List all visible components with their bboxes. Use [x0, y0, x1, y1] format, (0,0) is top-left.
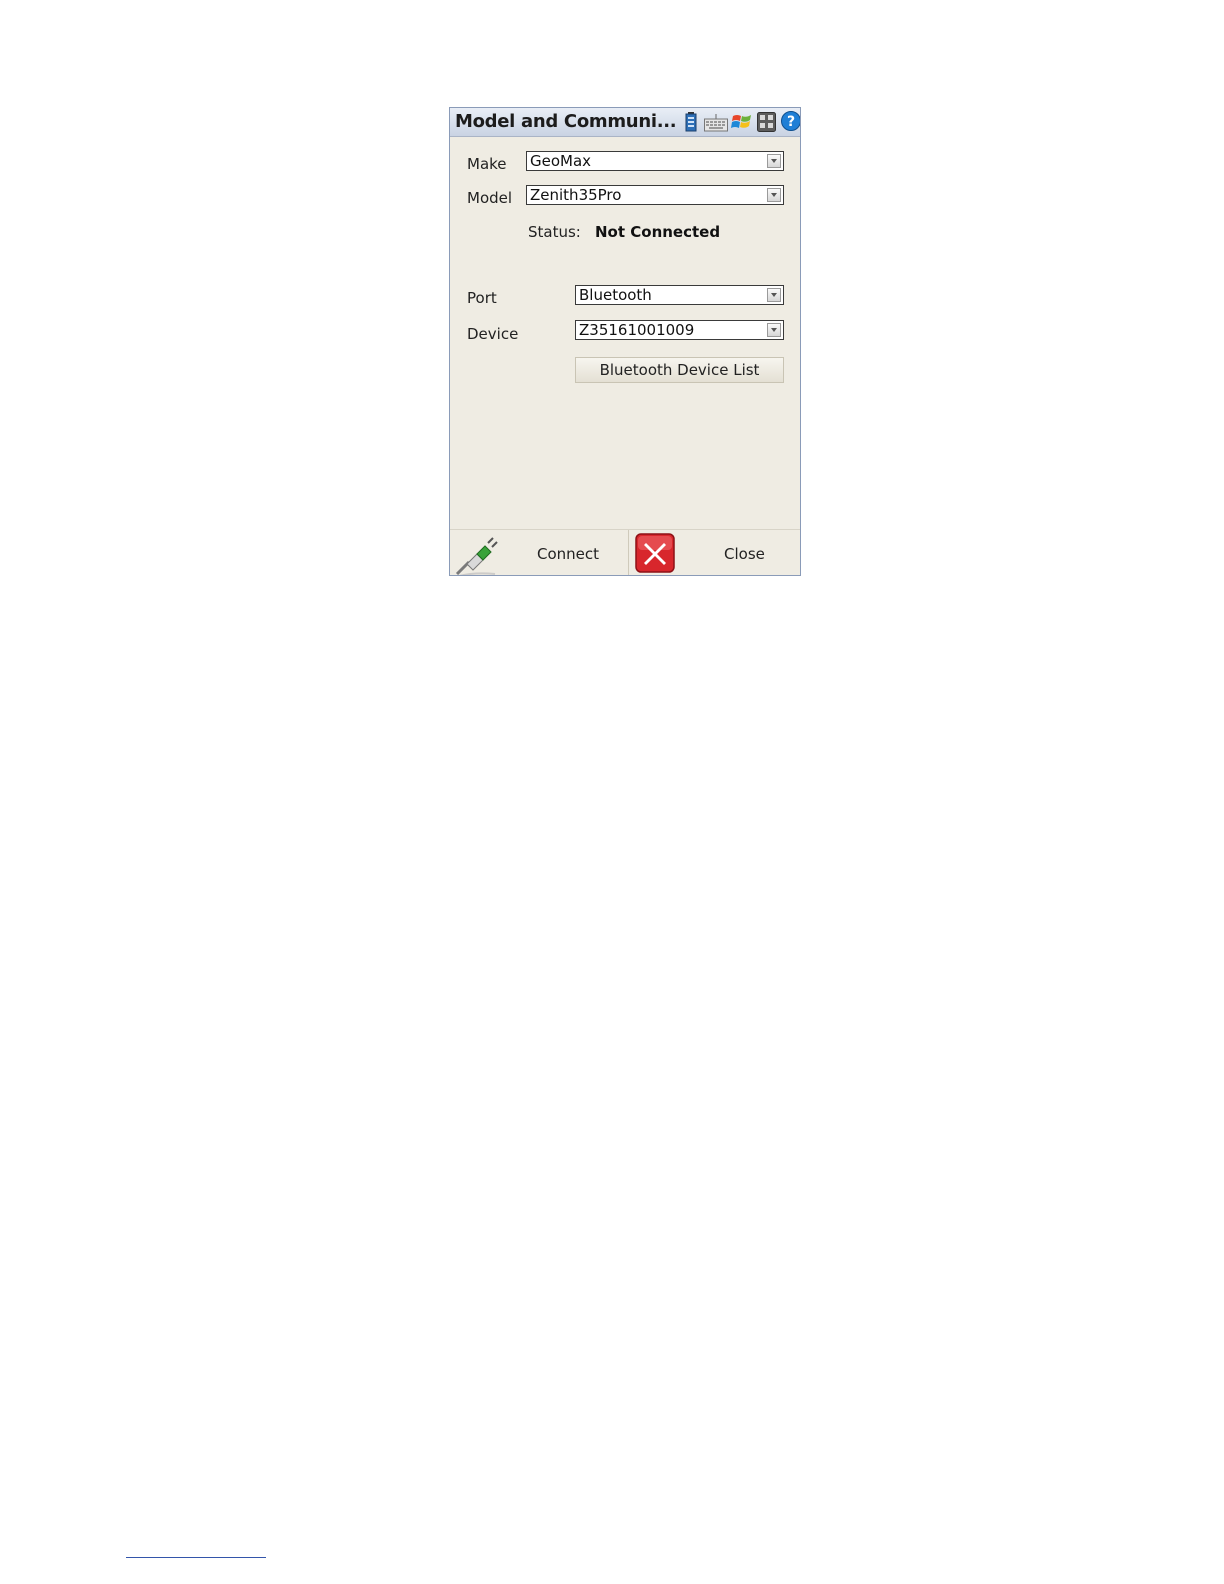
port-dropdown[interactable]: Bluetooth	[575, 285, 784, 305]
device-dropdown[interactable]: Z35161001009	[575, 320, 784, 340]
status-value: Not Connected	[595, 223, 721, 241]
make-value: GeoMax	[530, 152, 592, 170]
close-button[interactable]: Close	[629, 530, 800, 575]
title-bar: Model and Communi... ?	[450, 108, 800, 137]
make-label: Make	[467, 155, 507, 173]
svg-text:?: ?	[787, 114, 795, 130]
connect-button[interactable]: Connect	[450, 530, 628, 575]
device-label: Device	[467, 325, 519, 343]
model-value: Zenith35Pro	[530, 186, 622, 204]
connect-label: Connect	[537, 545, 600, 563]
status-label: Status:	[528, 223, 581, 241]
bluetooth-device-list-button[interactable]: Bluetooth Device List	[575, 357, 784, 383]
close-icon	[635, 533, 675, 575]
bottom-command-bar: Connect Close	[450, 529, 800, 575]
calculator-icon[interactable]	[757, 112, 776, 136]
port-value: Bluetooth	[579, 286, 652, 304]
close-label: Close	[724, 545, 765, 563]
chevron-down-icon[interactable]	[767, 323, 781, 337]
window-title: Model and Communi...	[455, 111, 677, 132]
port-label: Port	[467, 289, 497, 307]
battery-icon[interactable]	[685, 112, 697, 136]
model-dropdown[interactable]: Zenith35Pro	[526, 185, 784, 205]
windows-start-icon[interactable]	[731, 111, 753, 137]
keyboard-icon[interactable]	[704, 114, 728, 136]
chevron-down-icon[interactable]	[767, 154, 781, 168]
chevron-down-icon[interactable]	[767, 188, 781, 202]
model-label: Model	[467, 189, 513, 207]
help-icon[interactable]: ?	[781, 111, 800, 135]
chevron-down-icon[interactable]	[767, 288, 781, 302]
model-communication-window: Model and Communi... ? Make GeoMax Model…	[449, 107, 801, 576]
plug-icon	[455, 532, 501, 575]
make-dropdown[interactable]: GeoMax	[526, 151, 784, 171]
footnote-rule	[126, 1557, 266, 1558]
device-value: Z35161001009	[579, 321, 695, 339]
